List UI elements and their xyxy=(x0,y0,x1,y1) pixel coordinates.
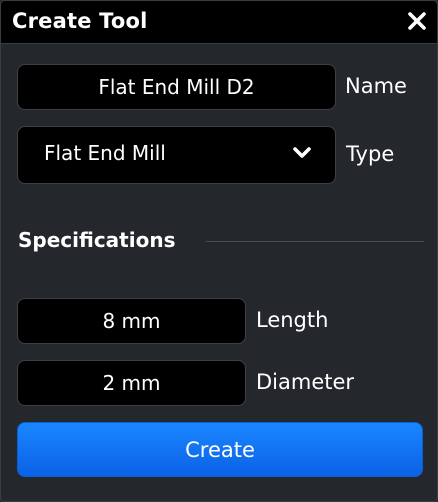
section-divider xyxy=(206,241,424,242)
close-icon-glyph xyxy=(408,12,426,30)
type-select[interactable]: Flat End Mill xyxy=(17,126,336,184)
create-tool-dialog: Create Tool Name Flat End Mill Type Spec… xyxy=(0,0,438,502)
diameter-input[interactable] xyxy=(17,360,246,406)
dialog-title: Create Tool xyxy=(12,9,148,33)
type-label: Type xyxy=(346,142,395,166)
length-label: Length xyxy=(256,308,329,332)
diameter-label: Diameter xyxy=(256,370,355,394)
name-input[interactable] xyxy=(17,64,336,110)
title-bar: Create Tool xyxy=(1,1,437,44)
specifications-heading: Specifications xyxy=(18,228,176,252)
create-button[interactable]: Create xyxy=(17,422,423,477)
chevron-down-icon xyxy=(293,147,311,158)
name-label: Name xyxy=(345,74,407,98)
close-icon[interactable] xyxy=(406,10,428,32)
length-input[interactable] xyxy=(17,298,246,344)
type-selected-value: Flat End Mill xyxy=(44,141,166,165)
